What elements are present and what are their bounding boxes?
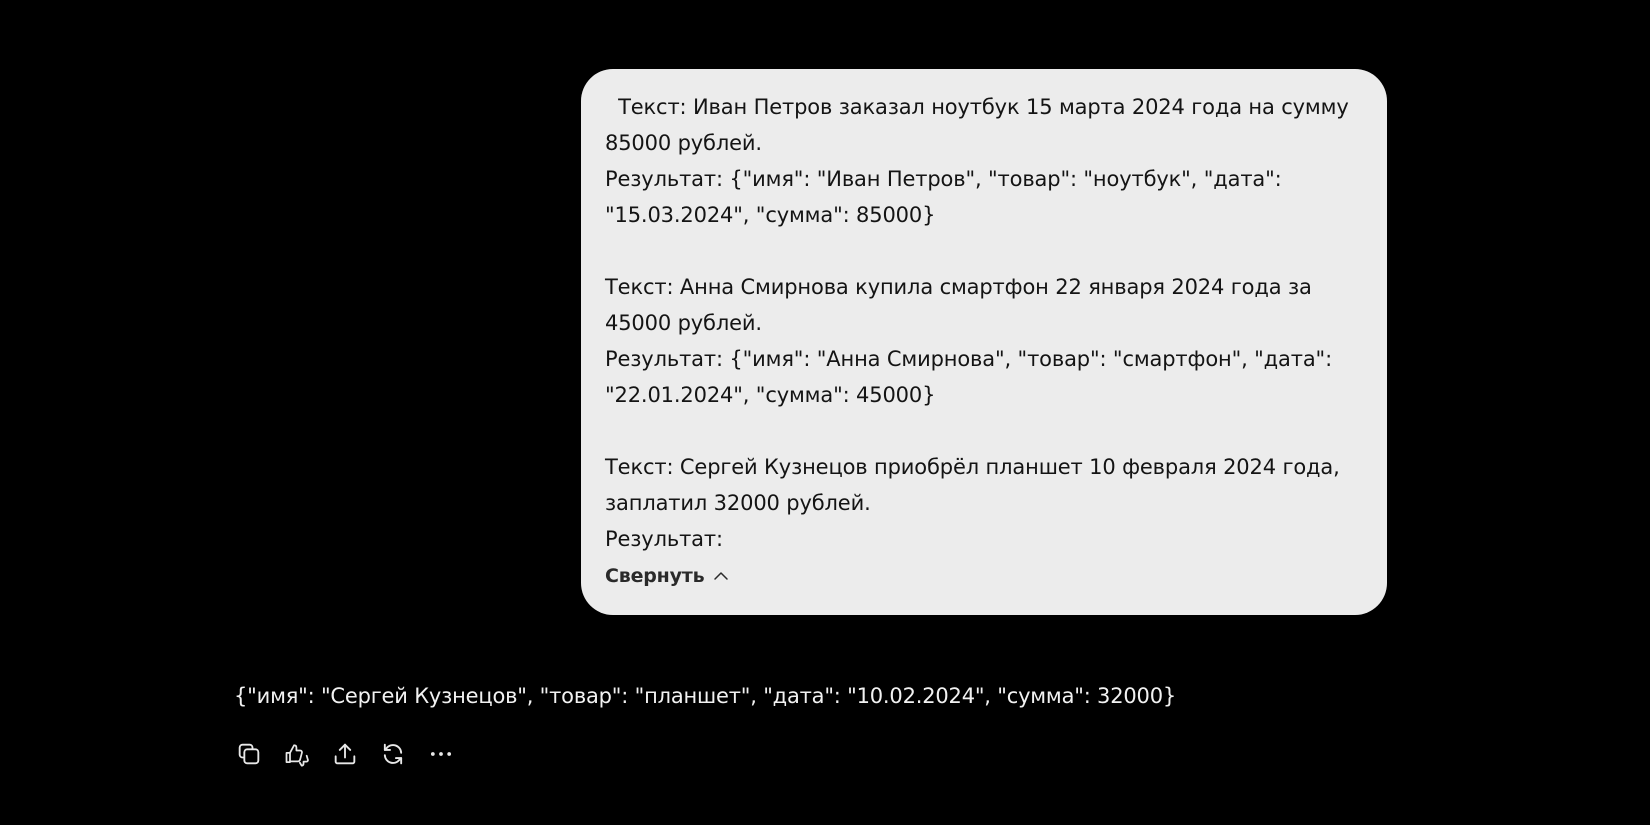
collapse-button[interactable]: Свернуть (605, 565, 730, 587)
regenerate-icon (379, 740, 407, 768)
user-message-bubble: Текст: Иван Петров заказал ноутбук 15 ма… (581, 69, 1387, 615)
share-icon (331, 740, 359, 768)
share-button[interactable] (330, 736, 360, 772)
collapse-label: Свернуть (605, 565, 705, 587)
assistant-message-text: {"имя": "Сергей Кузнецов", "товар": "пла… (234, 684, 1177, 708)
chevron-up-icon (712, 567, 730, 585)
feedback-button[interactable] (282, 736, 312, 772)
copy-button[interactable] (234, 736, 264, 772)
copy-icon (235, 740, 263, 768)
user-message-text: Текст: Иван Петров заказал ноутбук 15 ма… (605, 95, 1349, 551)
more-button[interactable] (426, 736, 456, 772)
regenerate-button[interactable] (378, 736, 408, 772)
message-action-bar (234, 736, 456, 772)
thumbs-up-down-icon (283, 740, 311, 768)
chat-view: Текст: Иван Петров заказал ноутбук 15 ма… (0, 0, 1650, 825)
more-icon (427, 740, 455, 768)
